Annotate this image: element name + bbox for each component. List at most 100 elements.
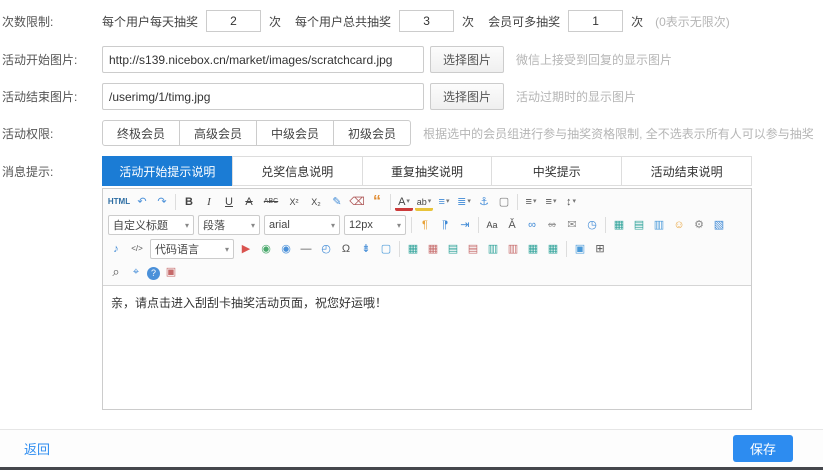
- line-height-icon[interactable]: ↕▾: [562, 193, 580, 211]
- ordered-list-icon[interactable]: ≣▾: [455, 193, 473, 211]
- tab-activity-end[interactable]: 活动结束说明: [621, 156, 752, 186]
- start-image-input[interactable]: [102, 46, 424, 73]
- font-size-select[interactable]: 12px▾: [344, 215, 406, 235]
- split-cells-icon[interactable]: ▦: [544, 240, 562, 258]
- toolbar-separator: [411, 217, 412, 233]
- limits-label: 次数限制:: [2, 13, 102, 30]
- preview-icon[interactable]: ▣: [571, 240, 589, 258]
- unlink-icon[interactable]: ∞: [543, 216, 561, 234]
- undo-icon[interactable]: ↶: [133, 193, 151, 211]
- insert-row-icon[interactable]: ▤: [444, 240, 462, 258]
- toolbar-separator: [566, 241, 567, 257]
- member-extra-draw-unit: 次: [631, 13, 643, 30]
- member-junior-button[interactable]: 初级会员: [333, 120, 411, 146]
- strikethrough-icon[interactable]: A: [240, 193, 258, 211]
- insert-col-icon[interactable]: ▥: [484, 240, 502, 258]
- start-image-select-button[interactable]: 选择图片: [430, 46, 504, 73]
- bold-icon[interactable]: B: [180, 193, 198, 211]
- daily-draw-input[interactable]: [206, 10, 261, 32]
- music-icon[interactable]: ♪: [107, 240, 125, 258]
- italic-icon[interactable]: I: [200, 193, 218, 211]
- tab-repeat-draw[interactable]: 重复抽奖说明: [362, 156, 493, 186]
- horizontal-rule-icon[interactable]: —: [297, 240, 315, 258]
- gmap-icon[interactable]: ◉: [277, 240, 295, 258]
- anchor-icon[interactable]: ⚓: [475, 193, 493, 211]
- letter-case-icon[interactable]: Aa: [483, 216, 501, 234]
- insert-frame-icon[interactable]: ▢: [495, 193, 513, 211]
- indent-icon[interactable]: ⇥: [456, 216, 474, 234]
- underline-icon[interactable]: U: [220, 193, 238, 211]
- highlight-color-icon[interactable]: ab▾: [415, 196, 433, 211]
- member-extra-draw-input[interactable]: [568, 10, 623, 32]
- gear-icon[interactable]: ⚙: [690, 216, 708, 234]
- directionality-rtl-icon[interactable]: ¶: [436, 216, 454, 234]
- editor-toolbar: HTML↶↷BIUAABCX²X₂✎⌫“A▾ab▾≡▾≣▾⚓▢≡▾≡▾↕▾自定义…: [103, 189, 751, 286]
- end-image-row: 活动结束图片: 选择图片 活动过期时的显示图片: [2, 83, 823, 110]
- tab-redeem-info[interactable]: 兑奖信息说明: [232, 156, 363, 186]
- template-icon[interactable]: ▢: [377, 240, 395, 258]
- message-row: 消息提示: 活动开始提示说明 兑奖信息说明 重复抽奖说明 中奖提示 活动结束说明: [2, 156, 823, 186]
- toolbar-separator: [605, 217, 606, 233]
- directionality-ltr-icon[interactable]: ¶: [416, 216, 434, 234]
- omega-icon[interactable]: Ω: [337, 240, 355, 258]
- redo-icon[interactable]: ↷: [153, 193, 171, 211]
- spellcheck-icon[interactable]: ABC: [260, 193, 282, 211]
- map-icon[interactable]: ◉: [257, 240, 275, 258]
- find-icon[interactable]: ⌖: [127, 263, 145, 281]
- custom-title-select[interactable]: 自定义标题▾: [108, 215, 194, 235]
- emotion-icon[interactable]: ☺: [670, 216, 688, 234]
- member-extra-draw-label: 会员可多抽奖: [488, 13, 560, 30]
- help-icon[interactable]: ?: [147, 267, 160, 280]
- paragraph-select[interactable]: 段落▾: [198, 215, 260, 235]
- delete-row-icon[interactable]: ▤: [464, 240, 482, 258]
- editor-content-area[interactable]: 亲，请点击进入刮刮卡抽奖活动页面，祝您好运哦！: [103, 286, 751, 409]
- attachment-icon[interactable]: ✉: [563, 216, 581, 234]
- back-link[interactable]: 返回: [24, 439, 50, 458]
- time-icon[interactable]: ◴: [317, 240, 335, 258]
- member-intermediate-button[interactable]: 中级会员: [256, 120, 334, 146]
- print-icon[interactable]: ⊞: [591, 240, 609, 258]
- table-insert-icon[interactable]: ▦: [404, 240, 422, 258]
- table-style-icon[interactable]: ▤: [630, 216, 648, 234]
- editor-text: 亲，请点击进入刮刮卡抽奖活动页面，祝您好运哦！: [111, 294, 743, 311]
- message-tabs: 活动开始提示说明 兑奖信息说明 重复抽奖说明 中奖提示 活动结束说明: [102, 156, 752, 186]
- unordered-list-icon[interactable]: ≡▾: [435, 193, 453, 211]
- auto-typeset-icon[interactable]: Ǎ: [503, 216, 521, 234]
- insert-code-icon[interactable]: </>: [127, 240, 147, 258]
- merge-cells-icon[interactable]: ▦: [524, 240, 542, 258]
- blockquote-icon[interactable]: “: [368, 193, 386, 211]
- member-ultimate-button[interactable]: 终极会员: [102, 120, 180, 146]
- end-image-select-button[interactable]: 选择图片: [430, 83, 504, 110]
- justify-center-icon[interactable]: ≡▾: [542, 193, 560, 211]
- permission-row: 活动权限: 终极会员 高级会员 中级会员 初级会员 根据选中的会员组进行参与抽奖…: [2, 120, 823, 146]
- code-language-select[interactable]: 代码语言▾: [150, 239, 234, 259]
- format-clear-icon[interactable]: ⌫: [348, 193, 366, 211]
- video-icon[interactable]: ▶: [237, 240, 255, 258]
- total-draw-input[interactable]: [399, 10, 454, 32]
- page-break-icon[interactable]: ⇟: [357, 240, 375, 258]
- format-brush-icon[interactable]: ✎: [328, 193, 346, 211]
- tab-activity-start-tip[interactable]: 活动开始提示说明: [102, 156, 233, 186]
- link-icon[interactable]: ∞: [523, 216, 541, 234]
- insert-image-icon[interactable]: ▧: [710, 216, 728, 234]
- total-draw-label: 每个用户总共抽奖: [295, 13, 391, 30]
- source-code-icon[interactable]: HTML: [107, 193, 131, 211]
- save-button[interactable]: 保存: [733, 435, 793, 462]
- insert-table-icon[interactable]: ▦: [610, 216, 628, 234]
- tab-win-prompt[interactable]: 中奖提示: [491, 156, 622, 186]
- delete-col-icon[interactable]: ▥: [504, 240, 522, 258]
- font-color-icon[interactable]: A▾: [395, 196, 413, 211]
- table-delete-icon[interactable]: ▦: [424, 240, 442, 258]
- member-senior-button[interactable]: 高级会员: [179, 120, 257, 146]
- justify-left-icon[interactable]: ≡▾: [522, 193, 540, 211]
- snapshot-icon[interactable]: ▥: [650, 216, 668, 234]
- subscript-icon[interactable]: X₂: [306, 193, 326, 211]
- daily-draw-unit: 次: [269, 13, 281, 30]
- superscript-icon[interactable]: X²: [284, 193, 304, 211]
- editor-row: HTML↶↷BIUAABCX²X₂✎⌫“A▾ab▾≡▾≣▾⚓▢≡▾≡▾↕▾自定义…: [2, 186, 823, 410]
- date-time-icon[interactable]: ◷: [583, 216, 601, 234]
- paste-icon[interactable]: ▣: [162, 263, 180, 281]
- end-image-input[interactable]: [102, 83, 424, 110]
- search-replace-icon[interactable]: ⌕: [107, 263, 125, 281]
- font-family-select[interactable]: arial▾: [264, 215, 340, 235]
